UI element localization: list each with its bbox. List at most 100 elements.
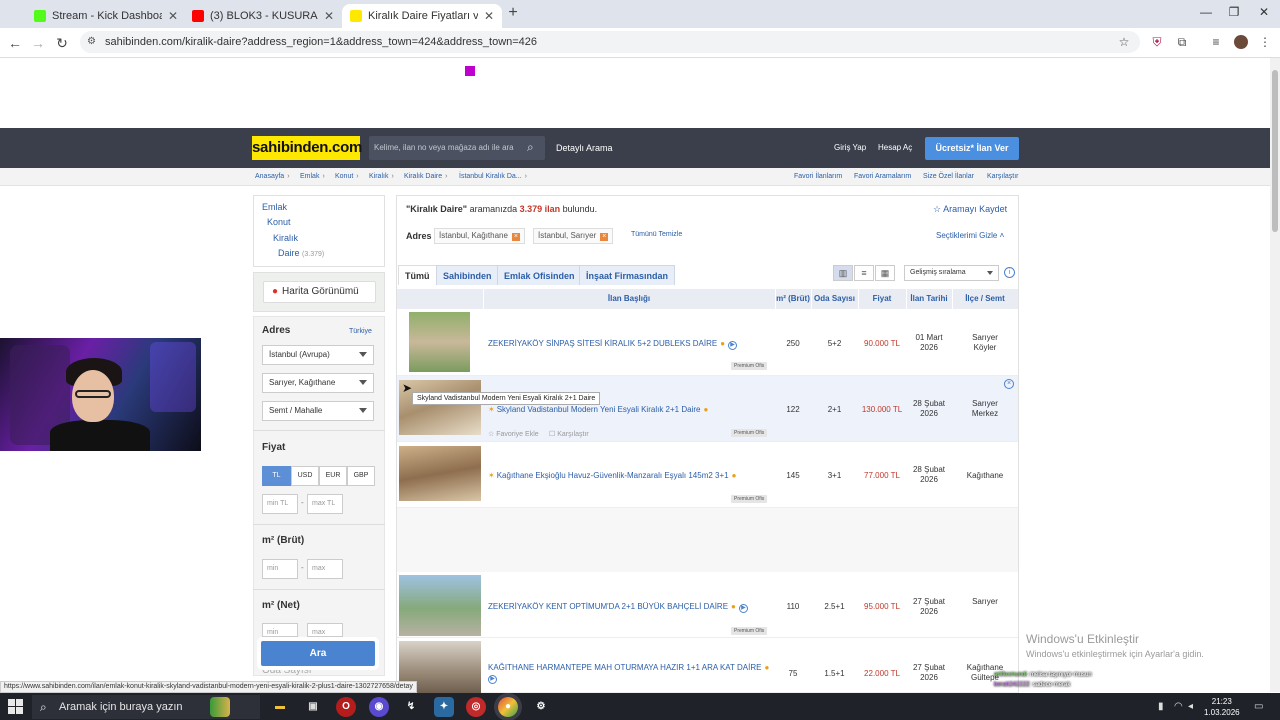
listing-thumbnail[interactable]: [399, 575, 481, 636]
price-min-input[interactable]: min TL: [262, 494, 298, 514]
tab-real-estate-office[interactable]: Emlak Ofisinden: [497, 265, 582, 285]
play-icon[interactable]: ▶: [488, 675, 497, 684]
tab-sahibinden[interactable]: Kiralık Daire Fiyatları ve Kiralık Ev ✕: [342, 4, 502, 28]
site-logo[interactable]: sahibinden.com: [252, 136, 362, 160]
windows-start-icon[interactable]: [8, 699, 24, 715]
tray-network-icon[interactable]: ▮: [1158, 701, 1164, 712]
city-select[interactable]: İstanbul (Avrupa): [262, 345, 374, 365]
breadcrumb-item[interactable]: Emlak ›: [300, 173, 328, 180]
notification-icon[interactable]: ▭: [1254, 701, 1263, 712]
close-icon[interactable]: ✕: [168, 9, 178, 23]
browser-menu-icon[interactable]: ⋮: [1258, 35, 1272, 49]
breadcrumb-item[interactable]: Anasayfa ›: [255, 173, 293, 180]
remove-tag-icon[interactable]: ×: [511, 233, 520, 241]
file-explorer-icon[interactable]: ▬: [270, 697, 290, 717]
tab-owner[interactable]: Sahibinden: [436, 265, 499, 285]
special-listings-link[interactable]: Size Özel İlanlar: [923, 173, 974, 180]
close-window-button[interactable]: ✕: [1254, 5, 1274, 19]
country-link[interactable]: Türkiye: [349, 328, 372, 335]
neighborhood-select[interactable]: Semt / Mahalle: [262, 401, 374, 421]
extensions-puzzle-icon[interactable]: ⧉: [1175, 35, 1189, 49]
tray-volume-icon[interactable]: ◂: [1188, 701, 1193, 712]
column-title[interactable]: İlan Başlığı: [483, 289, 775, 309]
app-icon[interactable]: ◎: [466, 697, 486, 717]
listing-video[interactable]: ▶: [488, 673, 497, 684]
login-link[interactable]: Giriş Yap: [834, 143, 866, 152]
category-emlak[interactable]: Emlak: [262, 202, 287, 212]
tray-wifi-icon[interactable]: ◠: [1174, 701, 1183, 712]
listing-title[interactable]: ZEKERİYAKÖY KENT OPTİMUM'DA 2+1 BÜYÜK BA…: [488, 602, 748, 613]
m2-net-min-input[interactable]: min: [262, 623, 298, 637]
add-favorite-link[interactable]: ☆ Favoriye Ekle: [488, 430, 539, 438]
tab-all[interactable]: Tümü: [398, 265, 437, 285]
currency-usd-button[interactable]: USD: [291, 466, 319, 486]
column-date[interactable]: İlan Tarihi: [906, 289, 952, 309]
reading-list-icon[interactable]: ≡: [1209, 35, 1223, 49]
tab-kick-dashboard[interactable]: Stream - Kick Dashboard ✕: [26, 4, 186, 28]
table-view-icon[interactable]: ▥: [833, 265, 853, 281]
maximize-button[interactable]: ❐: [1224, 5, 1244, 19]
filter-tag[interactable]: İstanbul, Kağıthane ×: [434, 228, 525, 244]
close-icon[interactable]: ✕: [324, 9, 334, 23]
category-konut[interactable]: Konut: [267, 217, 291, 227]
listing-title[interactable]: ✶ Kağıthane Ekşioğlu Havuz-Güvenlik-Manza…: [488, 471, 736, 480]
save-search-link[interactable]: ☆ Aramayı Kaydet: [933, 204, 1007, 215]
column-location[interactable]: İlçe / Semt: [952, 289, 1018, 309]
forward-arrow-icon[interactable]: →: [29, 34, 47, 52]
column-price[interactable]: Fiyat: [858, 289, 906, 309]
category-kiralik[interactable]: Kiralık: [273, 233, 298, 243]
tab-youtube[interactable]: (3) BLOK3 - KUSURA BAKMA ✕: [184, 4, 342, 28]
settings-gear-icon[interactable]: ⚙: [531, 697, 551, 717]
listing-title[interactable]: ZEKERİYAKÖY SİNPAŞ SİTESİ KİRALIK 5+2 DU…: [488, 339, 738, 350]
compare-checkbox[interactable]: ☐ Karşılaştır: [549, 430, 589, 438]
remove-tag-icon[interactable]: ×: [600, 233, 609, 241]
favorite-listings-link[interactable]: Favori İlanlarım: [794, 173, 842, 180]
district-select[interactable]: Sarıyer, Kağıthane: [262, 373, 374, 393]
column-m2[interactable]: m² (Brüt): [775, 289, 811, 309]
play-icon[interactable]: ▶: [738, 604, 748, 613]
post-ad-button[interactable]: Ücretsiz* İlan Ver: [925, 137, 1019, 160]
taskbar-clock[interactable]: 21:23 1.03.2026: [1204, 696, 1240, 718]
info-icon[interactable]: i: [1004, 267, 1015, 278]
compare-link[interactable]: Karşılaştır: [987, 173, 1019, 180]
hide-selected-link[interactable]: Seçtiklerimi Gizle ˄: [936, 231, 1004, 240]
breadcrumb-item[interactable]: Kiralık Daire ›: [404, 173, 450, 180]
play-icon[interactable]: ▶: [728, 341, 738, 350]
detailed-search-link[interactable]: Detaylı Arama: [556, 143, 613, 153]
opera-icon[interactable]: O: [336, 697, 356, 717]
m2-brut-min-input[interactable]: min: [262, 559, 298, 579]
app-icon[interactable]: ✦: [434, 697, 454, 717]
minimize-button[interactable]: —: [1196, 5, 1216, 19]
currency-gbp-button[interactable]: GBP: [347, 466, 375, 486]
currency-tl-button[interactable]: TL: [262, 466, 291, 486]
listing-title[interactable]: KAĞITHANE HARMANTEPE MAH OTURMAYA HAZIR …: [488, 663, 769, 672]
search-submit-button[interactable]: Ara: [261, 641, 375, 666]
listing-thumbnail[interactable]: [409, 312, 470, 372]
app-icon[interactable]: ↯: [401, 697, 421, 717]
obs-icon[interactable]: ◉: [369, 697, 389, 717]
new-tab-button[interactable]: +: [505, 5, 521, 21]
grid-view-icon[interactable]: ▦: [875, 265, 895, 281]
hide-listing-icon[interactable]: ×: [1004, 379, 1014, 389]
m2-net-max-input[interactable]: max: [307, 623, 343, 637]
back-arrow-icon[interactable]: ←: [6, 34, 24, 52]
search-icon[interactable]: ⌕: [527, 140, 534, 155]
bookmark-star-icon[interactable]: ☆: [1117, 35, 1131, 49]
favorite-searches-link[interactable]: Favori Aramalarım: [854, 173, 911, 180]
profile-avatar[interactable]: [1234, 35, 1248, 49]
tab-construction-company[interactable]: İnşaat Firmasından: [579, 265, 676, 285]
m2-brut-max-input[interactable]: max: [307, 559, 343, 579]
filter-tag[interactable]: İstanbul, Sarıyer ×: [533, 228, 614, 244]
sort-select[interactable]: Gelişmiş sıralama: [904, 265, 999, 281]
category-daire[interactable]: Daire (3.379): [278, 248, 324, 258]
site-info-icon[interactable]: ⚙: [87, 36, 96, 47]
column-rooms[interactable]: Oda Sayısı: [811, 289, 858, 309]
weather-widget-icon[interactable]: [210, 697, 230, 717]
list-view-icon[interactable]: ≡: [854, 265, 874, 281]
shield-extension-icon[interactable]: ⛨: [1150, 35, 1164, 49]
chrome-icon[interactable]: ●: [498, 697, 518, 717]
reload-icon[interactable]: ↻: [53, 34, 71, 52]
map-view-button[interactable]: ● Harita Görünümü: [263, 281, 376, 303]
breadcrumb-item[interactable]: İstanbul Kiralık Da... ›: [459, 173, 530, 180]
breadcrumb-item[interactable]: Kiralık ›: [369, 173, 397, 180]
